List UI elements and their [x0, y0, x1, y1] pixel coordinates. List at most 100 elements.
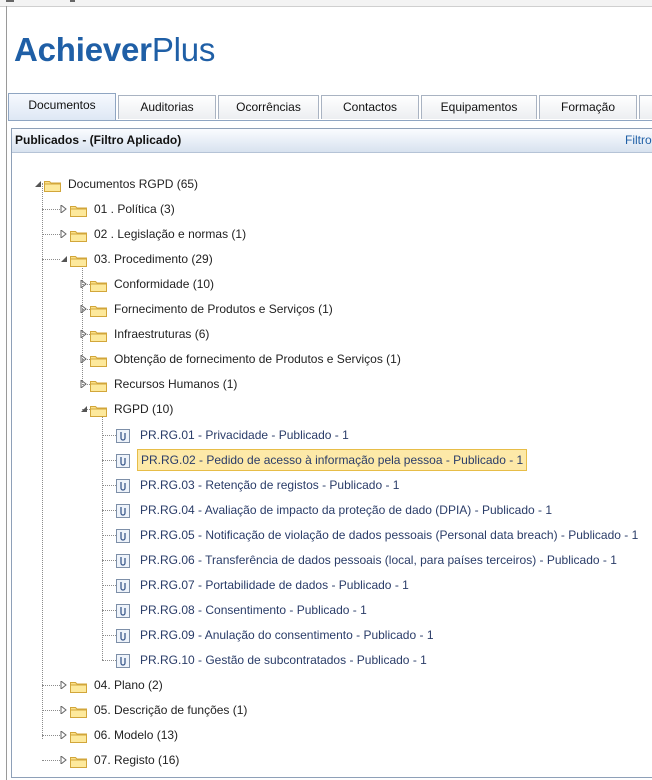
tree-node-label: 02 . Legislação e normas (1): [94, 227, 247, 241]
folder-icon: [70, 753, 87, 775]
folder-icon: [70, 202, 87, 224]
document-icon: [116, 428, 131, 450]
achieverplus-logo: AchieverPlus: [14, 30, 215, 70]
tree-node-label: PR.RG.07 - Portabilidade de dados - Publ…: [140, 578, 409, 592]
tabs-underline: [8, 120, 652, 121]
tab-auditorias[interactable]: Auditorias: [118, 95, 216, 119]
collapsed-triangle-icon[interactable]: [80, 305, 88, 313]
folder-icon: [90, 327, 107, 349]
tab-documentos[interactable]: Documentos: [8, 93, 116, 121]
panel-title: Publicados - (Filtro Aplicado): [15, 133, 182, 147]
tree-connector: [102, 485, 116, 486]
document-icon: [116, 478, 131, 500]
tree-node-label: PR.RG.04 - Avaliação de impacto da prote…: [140, 503, 553, 517]
tree-guide-line: [42, 183, 43, 739]
tree-connector: [102, 510, 116, 511]
collapsed-triangle-icon[interactable]: [80, 355, 88, 363]
document-icon: [116, 553, 131, 575]
tree-node-label: 05. Descrição de funções (1): [94, 703, 248, 717]
module-tabs: Documentos Auditorias Ocorrências Contac…: [8, 93, 652, 121]
logo-regular-text: Plus: [151, 31, 216, 68]
document-icon: [116, 503, 131, 525]
tree-connector: [102, 635, 116, 636]
document-tree: Documentos RGPD (65) 01 . Política (3) 0…: [12, 153, 652, 775]
tree-node-label: PR.RG.05 - Notificação de violação de da…: [140, 528, 639, 542]
folder-icon: [90, 402, 107, 424]
tree-connector: [42, 760, 60, 761]
collapsed-triangle-icon[interactable]: [80, 330, 88, 338]
tree-node-label: Infraestruturas (6): [114, 327, 210, 341]
tree-node-label: Recursos Humanos (1): [114, 377, 238, 391]
folder-icon: [90, 352, 107, 374]
tree-connector: [102, 435, 116, 436]
documents-panel: Publicados - (Filtro Aplicado) Filtro Do…: [11, 128, 652, 778]
app-window: AchieverPlus Documentos Auditorias Ocorr…: [0, 0, 652, 780]
document-icon: [116, 528, 131, 550]
document-icon: [116, 578, 131, 600]
top-strip-mark: [6, 0, 14, 2]
tree-node-label: PR.RG.03 - Retenção de registos - Public…: [140, 478, 400, 492]
collapsed-triangle-icon[interactable]: [60, 681, 68, 689]
folder-icon: [90, 302, 107, 324]
tree-node-label: 03. Procedimento (29): [94, 252, 213, 266]
tab-ocorrencias[interactable]: Ocorrências: [218, 95, 319, 119]
page-frame-border: [6, 6, 7, 780]
tab-formacao[interactable]: Formação: [539, 95, 637, 119]
tree-node-label: PR.RG.09 - Anulação do consentimento - P…: [140, 628, 434, 642]
document-icon: [116, 653, 131, 675]
tab-equipamentos[interactable]: Equipamentos: [421, 95, 537, 119]
tab-overflow[interactable]: [639, 95, 652, 119]
tree-node-label: PR.RG.02 - Pedido de acesso à informação…: [137, 449, 528, 471]
collapsed-triangle-icon[interactable]: [60, 230, 68, 238]
document-icon: [116, 603, 131, 625]
folder-icon: [90, 277, 107, 299]
folder-icon: [70, 678, 87, 700]
tree-connector: [42, 735, 60, 736]
expanded-triangle-icon[interactable]: [80, 405, 88, 413]
window-top-strip: [0, 0, 652, 7]
collapsed-triangle-icon[interactable]: [60, 731, 68, 739]
tree-connector: [102, 660, 116, 661]
tree-node-label: PR.RG.08 - Consentimento - Publicado - 1: [140, 603, 367, 617]
tree-node-label: PR.RG.10 - Gestão de subcontratados - Pu…: [140, 653, 427, 667]
tree-node-label: RGPD (10): [114, 402, 174, 416]
tree-node-label: Fornecimento de Produtos e Serviços (1): [114, 302, 333, 316]
tree-connector: [102, 560, 116, 561]
collapsed-triangle-icon[interactable]: [80, 280, 88, 288]
folder-icon: [90, 377, 107, 399]
document-icon: [116, 453, 131, 475]
collapsed-triangle-icon[interactable]: [60, 205, 68, 213]
panel-header: Publicados - (Filtro Aplicado) Filtro: [12, 129, 652, 153]
tree-connector: [102, 460, 116, 461]
document-icon: [116, 628, 131, 650]
tree-connector: [102, 535, 116, 536]
tree-connector: [102, 585, 116, 586]
tree-guide-line: [82, 259, 83, 385]
folder-icon: [70, 703, 87, 725]
logo-bold-text: Achiever: [14, 31, 152, 68]
tree-node-label: 06. Modelo (13): [94, 728, 179, 742]
filter-link[interactable]: Filtro: [625, 129, 652, 152]
tree-connector: [42, 710, 60, 711]
tree-connector: [42, 209, 60, 210]
folder-icon: [70, 227, 87, 249]
top-strip-mark: [70, 0, 75, 2]
tree-node-label: PR.RG.01 - Privacidade - Publicado - 1: [140, 428, 349, 442]
folder-icon: [70, 728, 87, 750]
tree-connector: [102, 610, 116, 611]
tree-node-label: Conformidade (10): [114, 277, 215, 291]
tree-node-label: 04. Plano (2): [94, 678, 163, 692]
expanded-triangle-icon[interactable]: [34, 180, 42, 188]
collapsed-triangle-icon[interactable]: [60, 706, 68, 714]
tree-node-label: 01 . Política (3): [94, 202, 175, 216]
collapsed-triangle-icon[interactable]: [60, 756, 68, 764]
tree-connector: [42, 259, 60, 260]
tree-node-label: PR.RG.06 - Transferência de dados pessoa…: [140, 553, 617, 567]
tab-contactos[interactable]: Contactos: [321, 95, 419, 119]
tree-node-label: 07. Registo (16): [94, 753, 180, 767]
tree-node-label: Obtenção de fornecimento de Produtos e S…: [114, 352, 401, 366]
tree-node-label: Documentos RGPD (65): [68, 177, 199, 191]
collapsed-triangle-icon[interactable]: [80, 380, 88, 388]
folder-icon: [70, 252, 87, 274]
expanded-triangle-icon[interactable]: [60, 255, 68, 263]
